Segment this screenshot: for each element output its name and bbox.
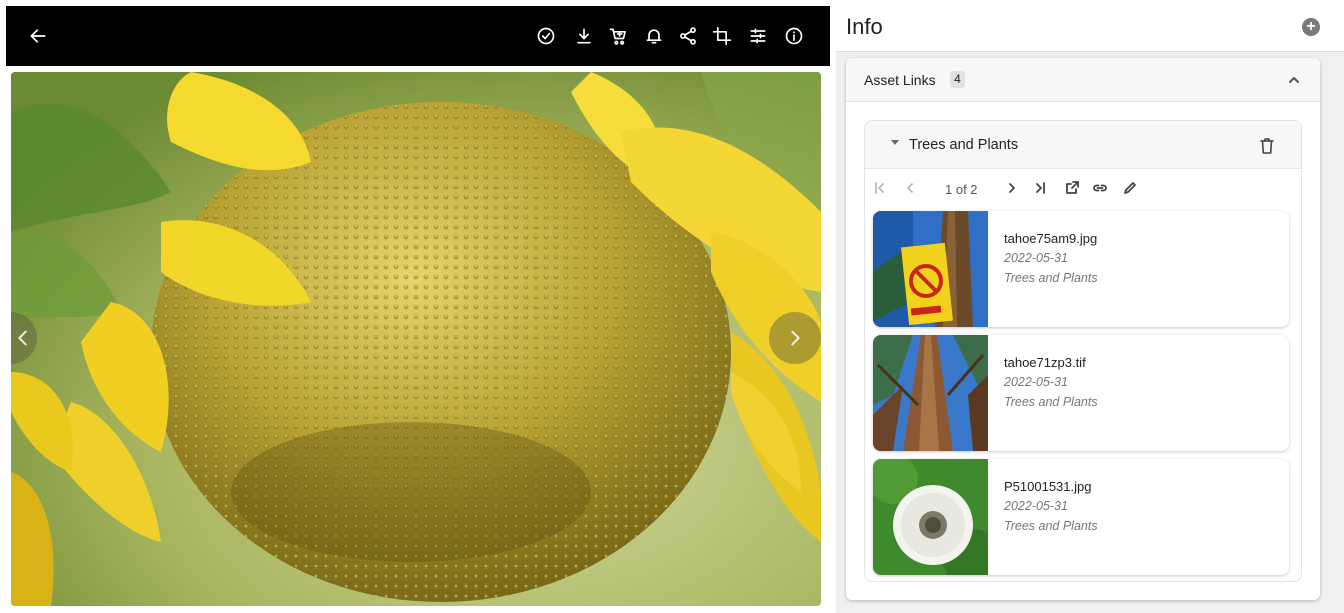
asset-link-item[interactable]: tahoe71zp3.tif 2022-05-31 Trees and Plan… [873,335,1289,451]
item-date: 2022-05-31 [1004,375,1068,389]
trash-icon[interactable] [1259,137,1275,155]
asset-links-card: Asset Links 4 Trees and Plants 1 of 2 ta… [846,58,1320,600]
cart-icon[interactable] [606,24,630,48]
info-title: Info [846,14,883,39]
asset-links-count-badge: 4 [950,71,965,88]
item-category: Trees and Plants [1004,519,1098,533]
first-page-icon[interactable] [871,179,889,197]
item-filename: P51001531.jpg [1004,479,1092,494]
info-icon[interactable] [782,24,806,48]
asset-links-header[interactable]: Asset Links 4 [846,58,1320,102]
main-photo [11,72,821,606]
share-icon[interactable] [676,24,700,48]
check-circle-icon[interactable] [534,24,558,48]
last-page-icon[interactable] [1031,179,1049,197]
next-page-icon[interactable] [1003,179,1021,197]
item-filename: tahoe75am9.jpg [1004,231,1098,246]
next-image-button[interactable] [769,312,821,364]
crop-icon[interactable] [710,24,734,48]
asset-link-item[interactable]: P51001531.jpg 2022-05-31 Trees and Plant… [873,459,1289,575]
item-category: Trees and Plants [1004,271,1098,285]
thumbnail-no-fireworks-sign [873,211,988,327]
chevron-up-icon[interactable] [1286,72,1302,88]
link-group-trees-and-plants: Trees and Plants 1 of 2 tahoe75am9.jpg 2… [864,120,1302,582]
asset-link-item[interactable]: tahoe75am9.jpg 2022-05-31 Trees and Plan… [873,211,1289,327]
item-category: Trees and Plants [1004,395,1098,409]
edit-pencil-icon[interactable] [1121,179,1139,197]
sunflower-image [11,72,821,606]
add-circle-icon[interactable]: + [1302,18,1320,36]
adjust-icon[interactable] [746,24,770,48]
group-title: Trees and Plants [909,137,1019,153]
download-icon[interactable] [572,24,596,48]
open-external-icon[interactable] [1063,179,1081,197]
info-header: Info + [836,0,1344,52]
item-date: 2022-05-31 [1004,251,1068,265]
thumbnail-tall-pine-trees [873,335,988,451]
image-viewer [6,6,830,610]
link-icon[interactable] [1091,179,1109,197]
asset-links-label: Asset Links [864,72,936,88]
group-header: Trees and Plants [865,121,1301,169]
page-indicator: 1 of 2 [945,182,978,197]
bell-icon[interactable] [642,24,666,48]
caret-down-icon[interactable] [891,140,899,145]
group-pager: 1 of 2 [865,177,1301,201]
info-panel: Info + Asset Links 4 Trees and Plants 1 … [836,0,1344,613]
thumbnail-dandelion [873,459,988,575]
prev-page-icon[interactable] [901,179,919,197]
back-arrow-icon[interactable] [26,24,50,48]
item-date: 2022-05-31 [1004,499,1068,513]
viewer-toolbar [6,6,830,66]
item-filename: tahoe71zp3.tif [1004,355,1086,370]
